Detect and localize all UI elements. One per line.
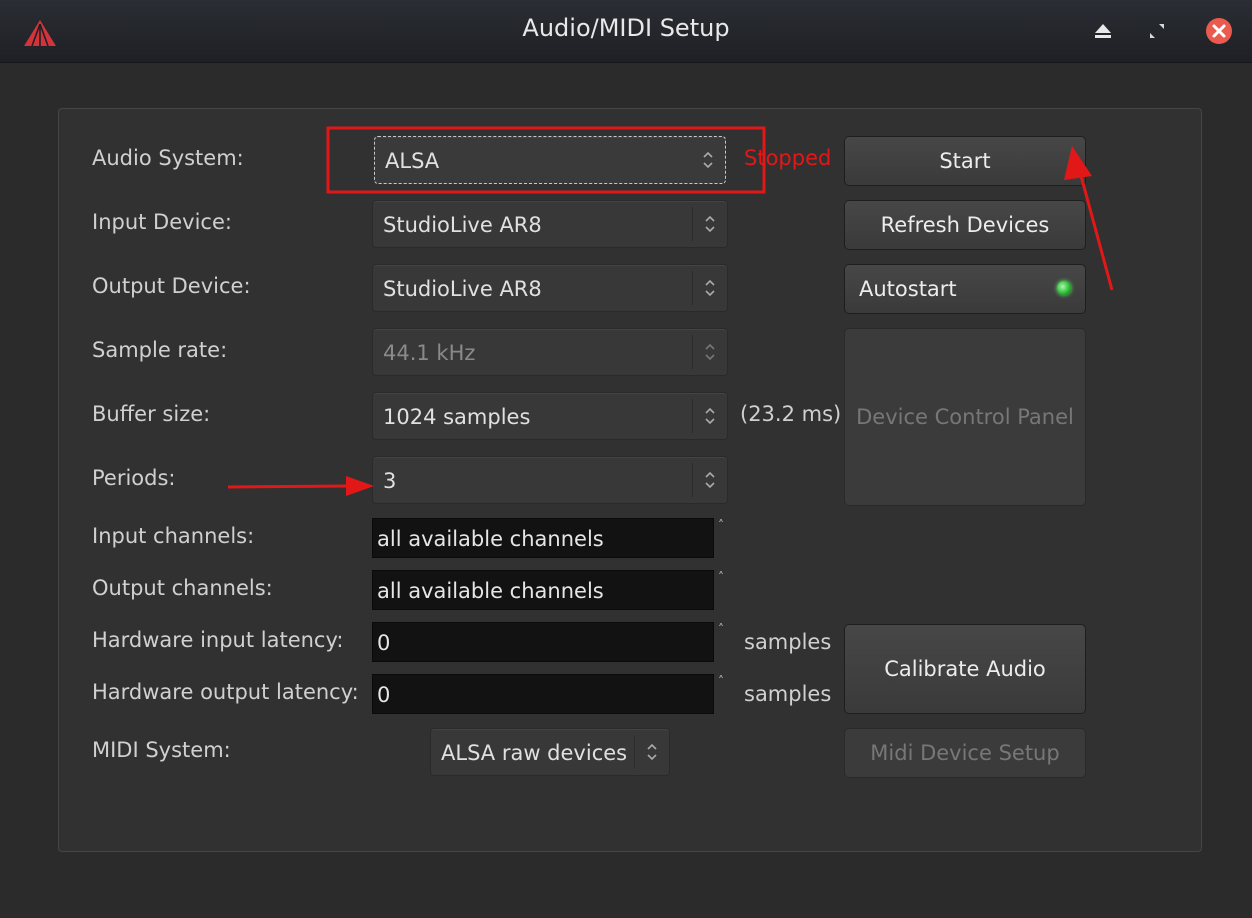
hw-input-latency-unit: samples bbox=[744, 630, 832, 654]
window-title: Audio/MIDI Setup bbox=[522, 14, 730, 42]
autostart-toggle[interactable]: Autostart bbox=[844, 264, 1086, 314]
periods-label: Periods: bbox=[92, 466, 176, 490]
input-channels-label: Input channels: bbox=[92, 524, 255, 548]
audio-system-value: ALSA bbox=[385, 149, 440, 173]
updown-arrows-icon bbox=[692, 399, 715, 433]
updown-arrows-icon bbox=[692, 335, 715, 369]
autostart-led-indicator bbox=[1057, 281, 1071, 295]
buffer-size-select[interactable]: 1024 samples bbox=[372, 392, 728, 440]
title-bar: Audio/MIDI Setup bbox=[0, 0, 1252, 63]
spin-up-icon[interactable]: ˄ bbox=[718, 622, 724, 636]
engine-status-text: Stopped bbox=[744, 146, 832, 170]
sample-rate-label: Sample rate: bbox=[92, 338, 228, 362]
output-device-value: StudioLive AR8 bbox=[383, 277, 542, 301]
device-control-panel-button[interactable]: Device Control Panel bbox=[844, 328, 1086, 506]
hw-output-latency-field[interactable]: 0 bbox=[372, 674, 714, 714]
buffer-latency-readout: (23.2 ms) bbox=[740, 402, 842, 426]
device-control-panel-label: Device Control Panel bbox=[856, 405, 1074, 429]
updown-arrows-icon bbox=[692, 207, 715, 241]
input-device-value: StudioLive AR8 bbox=[383, 213, 542, 237]
restore-icon[interactable] bbox=[1142, 16, 1172, 46]
start-button[interactable]: Start bbox=[844, 136, 1086, 186]
eject-icon[interactable] bbox=[1088, 16, 1118, 46]
hw-input-latency-value: 0 bbox=[377, 631, 391, 655]
periods-select[interactable]: 3 bbox=[372, 456, 728, 504]
output-channels-value: all available channels bbox=[377, 579, 604, 603]
hw-output-latency-value: 0 bbox=[377, 683, 391, 707]
midi-system-value: ALSA raw devices bbox=[441, 741, 628, 765]
sample-rate-value: 44.1 kHz bbox=[383, 341, 476, 365]
buffer-size-value: 1024 samples bbox=[383, 405, 531, 429]
output-channels-field[interactable]: all available channels bbox=[372, 570, 714, 610]
calibrate-audio-button[interactable]: Calibrate Audio bbox=[844, 624, 1086, 714]
buffer-size-label: Buffer size: bbox=[92, 402, 211, 426]
periods-value: 3 bbox=[383, 469, 397, 493]
autostart-label: Autostart bbox=[859, 277, 957, 301]
audio-system-label: Audio System: bbox=[92, 146, 244, 170]
audio-system-select[interactable]: ALSA bbox=[374, 136, 726, 184]
refresh-devices-label: Refresh Devices bbox=[880, 213, 1050, 237]
output-device-label: Output Device: bbox=[92, 274, 251, 298]
output-channels-label: Output channels: bbox=[92, 576, 273, 600]
midi-device-setup-button[interactable]: Midi Device Setup bbox=[844, 728, 1086, 778]
close-icon[interactable] bbox=[1204, 16, 1234, 46]
updown-arrows-icon bbox=[703, 151, 713, 169]
input-device-select[interactable]: StudioLive AR8 bbox=[372, 200, 728, 248]
updown-arrows-icon bbox=[692, 271, 715, 305]
midi-system-select[interactable]: ALSA raw devices bbox=[430, 728, 670, 776]
hw-input-latency-field[interactable]: 0 bbox=[372, 622, 714, 662]
midi-device-setup-label: Midi Device Setup bbox=[870, 741, 1060, 765]
calibrate-audio-label: Calibrate Audio bbox=[884, 657, 1046, 681]
refresh-devices-button[interactable]: Refresh Devices bbox=[844, 200, 1086, 250]
spin-up-icon[interactable]: ˄ bbox=[718, 518, 724, 532]
input-channels-field[interactable]: all available channels bbox=[372, 518, 714, 558]
midi-system-label: MIDI System: bbox=[92, 738, 231, 762]
updown-arrows-icon bbox=[692, 463, 715, 497]
input-channels-value: all available channels bbox=[377, 527, 604, 551]
start-button-label: Start bbox=[939, 149, 991, 173]
spin-up-icon[interactable]: ˄ bbox=[718, 674, 724, 688]
hw-input-latency-label: Hardware input latency: bbox=[92, 628, 344, 652]
sample-rate-select[interactable]: 44.1 kHz bbox=[372, 328, 728, 376]
input-device-label: Input Device: bbox=[92, 210, 232, 234]
output-device-select[interactable]: StudioLive AR8 bbox=[372, 264, 728, 312]
hw-output-latency-unit: samples bbox=[744, 682, 832, 706]
updown-arrows-icon bbox=[634, 735, 657, 769]
spin-up-icon[interactable]: ˄ bbox=[718, 570, 724, 584]
hw-output-latency-label: Hardware output latency: bbox=[92, 680, 359, 704]
